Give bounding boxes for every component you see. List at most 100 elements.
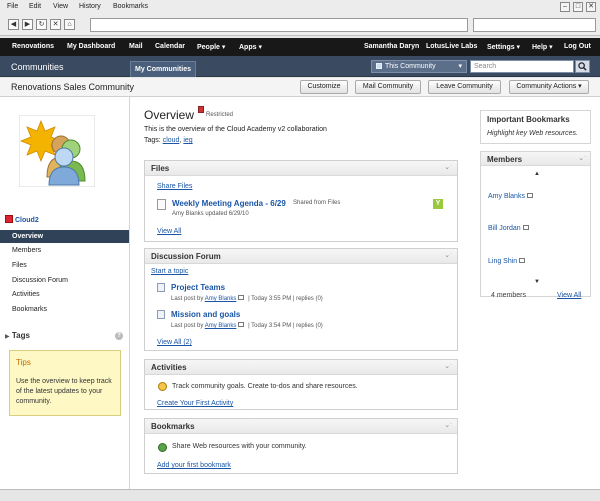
community-actions-button[interactable]: Community Actions ▾ — [509, 80, 589, 94]
member-name[interactable]: Amy Blanks — [488, 193, 525, 200]
user-card-icon — [238, 322, 245, 327]
expand-triangle-icon: ▶ — [5, 334, 10, 340]
topic-replies: | replies (0) — [292, 323, 323, 329]
menu-history[interactable]: History — [79, 3, 101, 10]
topic-meta-label: Last post by — [171, 323, 204, 329]
customize-button[interactable]: Customize — [300, 80, 348, 94]
user-card-icon — [526, 193, 533, 198]
nav-lotuslive-labs[interactable]: LotusLive Labs — [426, 43, 477, 50]
overview-title: Overview — [144, 108, 195, 122]
topic-author-link[interactable]: Amy Blanks — [205, 296, 237, 302]
sidebar-item-members[interactable]: Members — [0, 244, 129, 257]
sidebar-item-bookmarks[interactable]: Bookmarks — [0, 303, 129, 316]
address-bar[interactable] — [90, 18, 468, 32]
widget-menu-icon[interactable]: ⌄ˑ — [444, 163, 452, 171]
files-view-all-link[interactable]: View All — [157, 228, 181, 235]
menu-bookmarks[interactable]: Bookmarks — [113, 3, 148, 10]
menu-view[interactable]: View — [53, 3, 68, 10]
back-icon[interactable]: ◀ — [8, 19, 19, 30]
start-topic-link[interactable]: Start a topic — [151, 268, 188, 275]
browser-menubar: File Edit View History Bookmarks – □ ✕ — [0, 0, 600, 15]
activities-widget: Activities ⌄ˑ Track community goals. Cre… — [144, 359, 458, 410]
forum-view-all-link[interactable]: View All (2) — [157, 339, 192, 346]
topic-meta: Last post by Amy Blanks | Today 3:55 PM … — [171, 295, 323, 302]
sidebar-item-files[interactable]: Files — [0, 259, 129, 272]
minimize-icon[interactable]: – — [560, 2, 570, 12]
overview-description: This is the overview of the Cloud Academ… — [144, 126, 327, 133]
file-item-sub: Amy Blanks updated 6/29/10 — [172, 211, 249, 217]
member-item[interactable]: Ling Shin — [488, 258, 526, 265]
widget-menu-icon[interactable]: ⌄ˑ — [444, 421, 452, 429]
nav-log-out[interactable]: Log Out — [564, 43, 591, 50]
search-scope-select[interactable]: This Community ▾ — [371, 60, 467, 73]
scroll-up-icon[interactable]: ▲ — [534, 171, 540, 177]
sidebar-item-discussion-forum[interactable]: Discussion Forum — [0, 274, 129, 287]
search-icon[interactable] — [575, 60, 590, 73]
members-view-all-link[interactable]: View All — [557, 292, 581, 299]
tag-link-ieg[interactable]: ieg — [183, 137, 192, 144]
members-widget: Members ⌄ˑ ▲ Amy Blanks Bill Jordan Ling… — [480, 151, 591, 299]
nav-calendar[interactable]: Calendar — [155, 43, 185, 50]
member-item[interactable]: Amy Blanks — [488, 193, 533, 200]
topic-author-link[interactable]: Amy Blanks — [205, 323, 237, 329]
forum-widget-title: Discussion Forum — [151, 252, 221, 261]
reload-icon[interactable]: ↻ — [36, 19, 47, 30]
maximize-icon[interactable]: □ — [573, 2, 583, 12]
widget-menu-icon[interactable]: ⌄ˑ — [444, 251, 452, 259]
tags-section-header[interactable]: ▶ Tags ? — [5, 331, 123, 345]
menu-edit[interactable]: Edit — [29, 3, 41, 10]
community-icon — [5, 215, 13, 223]
activities-widget-header: Activities ⌄ˑ — [145, 360, 457, 375]
home-icon[interactable]: ⌂ — [64, 19, 75, 30]
nav-help[interactable]: Help ▾ — [532, 43, 553, 51]
topic-title-mission-goals[interactable]: Mission and goals — [171, 310, 240, 319]
sidebar-item-overview[interactable]: Overview — [0, 230, 129, 243]
nav-apps[interactable]: Apps ▾ — [239, 43, 262, 51]
nav-settings[interactable]: Settings ▾ — [487, 43, 520, 51]
search-scope-label: This Community — [385, 63, 436, 70]
topic-icon — [157, 310, 165, 319]
leave-community-button[interactable]: Leave Community — [428, 80, 501, 94]
important-bookmarks-body: Highlight key Web resources. — [487, 130, 578, 137]
nav-my-dashboard[interactable]: My Dashboard — [67, 43, 115, 50]
nav-renovations[interactable]: Renovations — [12, 43, 54, 50]
community-name[interactable]: Cloud2 — [5, 215, 39, 224]
page-title: Renovations Sales Community — [11, 82, 135, 92]
member-name[interactable]: Ling Shin — [488, 258, 517, 265]
browser-search-field[interactable] — [473, 18, 596, 32]
bookmarks-widget: Bookmarks ⌄ˑ Share Web resources with yo… — [144, 418, 458, 474]
tag-link-cloud[interactable]: cloud — [163, 137, 180, 144]
scroll-down-icon[interactable]: ▼ — [534, 279, 540, 285]
nav-user-name[interactable]: Samantha Daryn — [364, 43, 419, 50]
members-title: Members — [487, 155, 523, 164]
stop-icon[interactable]: ✕ — [50, 19, 61, 30]
bookmarks-widget-header: Bookmarks ⌄ˑ — [145, 419, 457, 434]
activities-widget-title: Activities — [151, 363, 187, 372]
tags-title: Tags — [11, 331, 30, 340]
close-window-icon[interactable]: ✕ — [586, 2, 596, 12]
communities-title[interactable]: Communities — [11, 62, 64, 72]
bookmarks-description: Share Web resources with your community. — [172, 443, 307, 450]
community-name-label: Cloud2 — [15, 217, 39, 224]
menu-file[interactable]: File — [7, 3, 18, 10]
create-activity-link[interactable]: Create Your First Activity — [157, 400, 233, 407]
add-bookmark-link[interactable]: Add your first bookmark — [157, 462, 231, 469]
file-item-title[interactable]: Weekly Meeting Agenda - 6/29 — [172, 199, 286, 208]
member-item[interactable]: Bill Jordan — [488, 225, 529, 232]
left-column: Cloud2 Overview Members Files Discussion… — [0, 97, 130, 489]
mail-community-button[interactable]: Mail Community — [355, 80, 421, 94]
widget-menu-icon[interactable]: ⌄ˑ — [578, 154, 586, 162]
member-name[interactable]: Bill Jordan — [488, 225, 521, 232]
important-bookmarks-title: Important Bookmarks — [487, 115, 570, 124]
help-icon[interactable]: ? — [115, 332, 123, 340]
share-files-link[interactable]: Share Files — [157, 183, 192, 190]
topic-title-project-teams[interactable]: Project Teams — [171, 283, 225, 292]
widget-menu-icon[interactable]: ⌄ˑ — [444, 362, 452, 370]
tab-my-communities[interactable]: My Communities — [130, 61, 196, 77]
sidebar-item-activities[interactable]: Activities — [0, 288, 129, 301]
nav-mail[interactable]: Mail — [129, 43, 143, 50]
forward-icon[interactable]: ▶ — [22, 19, 33, 30]
search-input[interactable]: Search — [470, 60, 574, 73]
community-title-bar: Renovations Sales Community Customize Ma… — [0, 78, 600, 97]
nav-people[interactable]: People ▾ — [197, 43, 225, 51]
